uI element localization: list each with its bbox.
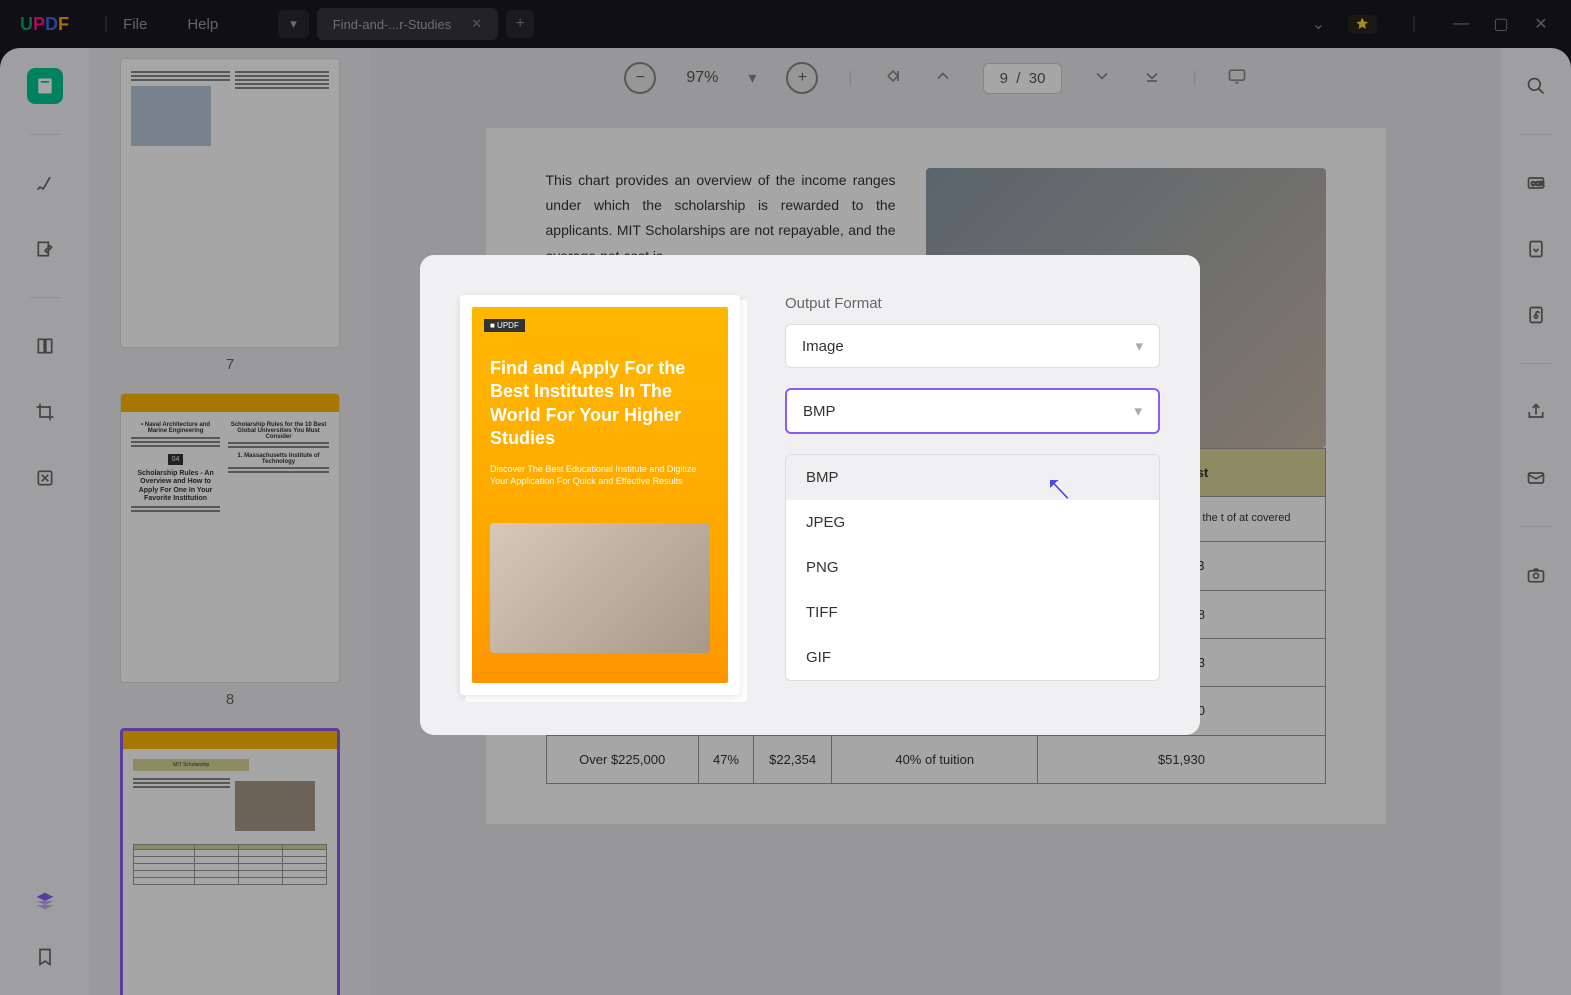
dropdown-option-gif[interactable]: GIF [786,635,1159,680]
dropdown-option-tiff[interactable]: TIFF [786,590,1159,635]
output-format-select[interactable]: Image▾ [785,324,1160,368]
preview-subtitle: Discover The Best Educational Institute … [490,463,710,488]
preview-title: Find and Apply For the Best Institutes I… [490,357,710,451]
dialog-preview: ■ UPDF Find and Apply For the Best Insti… [460,295,740,695]
dropdown-option-png[interactable]: PNG [786,545,1159,590]
image-type-dropdown: BMP JPEG PNG TIFF GIF [785,454,1160,681]
export-dialog: ■ UPDF Find and Apply For the Best Insti… [420,255,1200,735]
dropdown-option-bmp[interactable]: BMP [786,455,1159,500]
chevron-down-icon: ▾ [1134,402,1142,420]
output-format-label: Output Format [785,295,1160,312]
dropdown-option-jpeg[interactable]: JPEG [786,500,1159,545]
chevron-down-icon: ▾ [1135,337,1143,355]
image-type-select[interactable]: BMP▾ [785,388,1160,434]
